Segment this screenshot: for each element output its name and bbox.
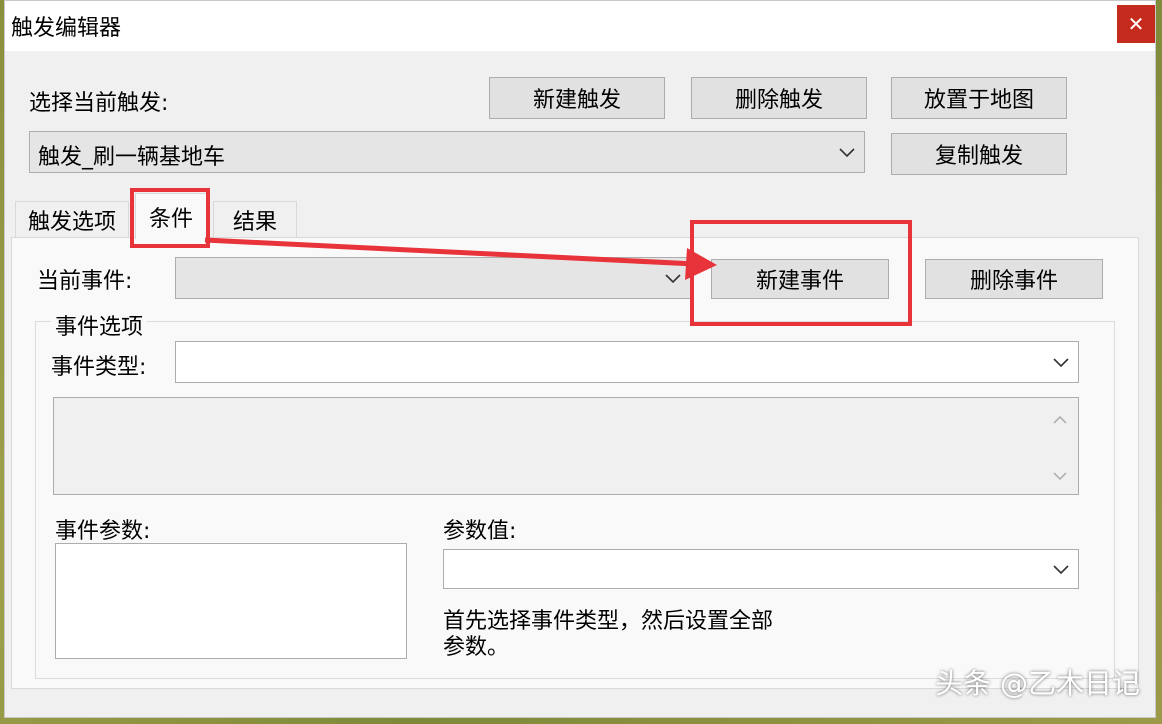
new-trigger-button[interactable]: 新建触发 [489,77,665,119]
copy-trigger-button[interactable]: 复制触发 [891,133,1067,175]
event-options-title: 事件选项 [51,309,148,341]
current-event-label: 当前事件: [37,269,133,294]
trigger-select[interactable]: 触发_刷一辆基地车 [29,131,865,173]
title-bar: 触发编辑器 ✕ [5,1,1155,51]
event-type-select[interactable] [175,341,1079,383]
close-icon: ✕ [1127,12,1145,36]
tab-label: 触发选项 [27,209,116,235]
event-description-box[interactable] [53,397,1079,495]
arrow-annotation-icon [204,237,717,280]
trigger-editor-window: 触发编辑器 ✕ 选择当前触发: 新建触发 删除触发 放置于地图 触发_刷一辆基地… [4,0,1156,718]
param-value-label: 参数值: [443,519,517,544]
watermark: 头条 @乙木日记 [935,667,1140,700]
highlight-box-conditions-tab [130,188,210,248]
trigger-select-value: 触发_刷一辆基地车 [38,145,226,170]
delete-trigger-button[interactable]: 删除触发 [691,77,867,119]
place-on-map-button[interactable]: 放置于地图 [891,77,1067,119]
close-button[interactable]: ✕ [1117,5,1155,43]
chevron-down-icon [1053,565,1069,575]
scroll-up-icon[interactable] [1052,412,1068,428]
param-value-select[interactable] [443,549,1079,589]
chevron-down-icon [1053,358,1069,368]
hint-text-line2: 参数。 [443,635,510,660]
event-params-list[interactable] [55,543,407,659]
window-title: 触发编辑器 [11,16,122,41]
select-trigger-label: 选择当前触发: [29,91,169,116]
event-params-label: 事件参数: [55,519,151,544]
event-type-label: 事件类型: [51,355,147,380]
tab-trigger-options[interactable]: 触发选项 [15,201,129,237]
scroll-down-icon[interactable] [1052,468,1068,484]
chevron-down-icon [839,148,855,158]
delete-event-button[interactable]: 删除事件 [925,259,1103,299]
